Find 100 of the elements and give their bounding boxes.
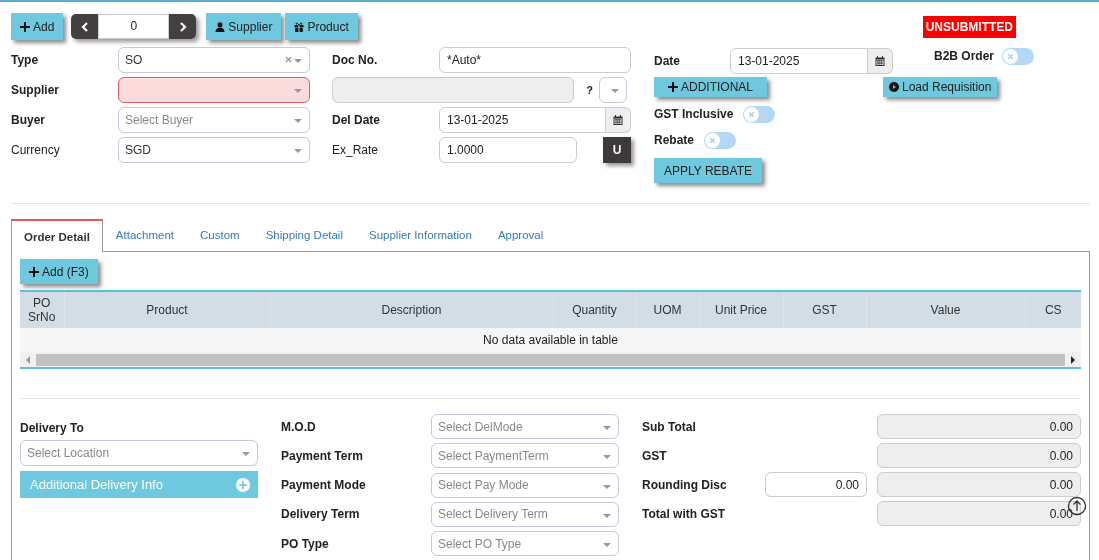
field-label: M.O.D xyxy=(281,419,317,434)
chevron-right-icon xyxy=(177,21,188,32)
load-requisition-button[interactable]: Load Requisition xyxy=(883,77,998,97)
caret-icon xyxy=(603,543,611,548)
column-header: Unit Price xyxy=(715,303,767,317)
field-label: Buyer xyxy=(11,113,46,127)
field-label: Rebate xyxy=(654,132,694,147)
toggle-switch[interactable] xyxy=(743,106,776,123)
column-header: Product xyxy=(146,303,188,317)
dropdown[interactable]: Select Delivery Term xyxy=(431,501,619,527)
dropdown[interactable] xyxy=(118,77,310,103)
caret-icon xyxy=(294,89,302,93)
horizontal-scrollbar[interactable] xyxy=(20,352,1081,367)
toggle-switch[interactable] xyxy=(704,132,736,149)
page-number-field[interactable]: 0 xyxy=(98,14,170,39)
next-button[interactable] xyxy=(169,14,197,39)
plus-icon xyxy=(668,82,678,92)
field-label: Payment Mode xyxy=(281,478,367,493)
calendar-button[interactable] xyxy=(606,107,631,133)
field-label: Date xyxy=(654,54,681,68)
calendar-icon xyxy=(613,115,623,125)
column-header: CS xyxy=(1044,303,1062,317)
caret-icon xyxy=(294,59,302,63)
tab[interactable]: Approval xyxy=(484,219,557,251)
column-header: PO SrNo xyxy=(28,296,56,324)
plus-icon xyxy=(20,21,30,32)
apply-rebate-button[interactable]: APPLY REBATE xyxy=(654,158,763,183)
plus-circle-icon xyxy=(236,477,250,492)
dropdown[interactable]: SGD xyxy=(118,137,310,163)
user-icon xyxy=(215,21,226,32)
field-label: Sub Total xyxy=(642,419,697,434)
field-label: Delivery To xyxy=(20,421,85,435)
update-button[interactable]: U xyxy=(603,137,631,163)
dropdown[interactable]: Select Pay Mode xyxy=(431,472,619,498)
dropdown[interactable]: Select PaymentTerm xyxy=(431,443,619,469)
field-label: Delivery Term xyxy=(281,507,361,522)
amount-field: 0.00 xyxy=(877,472,1081,497)
text-field[interactable]: 1.0000 xyxy=(439,137,577,163)
help-mark: ? xyxy=(586,84,593,96)
field-label: Supplier xyxy=(11,83,60,97)
rounding-input[interactable]: 0.00 xyxy=(765,472,867,497)
column-header: UOM xyxy=(653,303,682,317)
dropdown[interactable]: Select PO Type xyxy=(431,531,619,557)
field-label: GST Inclusive xyxy=(654,106,734,121)
add-button[interactable]: Add xyxy=(11,13,64,40)
scroll-right-icon xyxy=(1070,355,1076,364)
status-badge: UNSUBMITTED xyxy=(922,15,1016,38)
plus-icon xyxy=(29,266,39,277)
calendar-icon xyxy=(875,56,885,66)
field-label: Del Date xyxy=(332,113,382,127)
caret-icon xyxy=(603,513,611,518)
field-label: Doc No. xyxy=(332,53,379,67)
caret-icon xyxy=(603,484,611,489)
cross-icon xyxy=(1006,52,1016,61)
amount-field: 0.00 xyxy=(877,414,1081,439)
field-label: Total with GST xyxy=(642,506,727,521)
field-label: Currency xyxy=(11,143,61,157)
caret-icon xyxy=(294,119,302,123)
additional-button[interactable]: ADDITIONAL xyxy=(654,77,767,97)
field-label: Type xyxy=(11,53,40,67)
gift-icon xyxy=(294,21,305,32)
caret-icon xyxy=(294,149,302,153)
chevron-left-icon xyxy=(79,21,90,32)
tab[interactable]: Order Detail xyxy=(11,219,103,252)
tab[interactable]: Custom xyxy=(187,219,253,251)
tab[interactable]: Supplier Information xyxy=(356,219,485,251)
column-header: Description xyxy=(381,303,442,317)
product-button[interactable]: Product xyxy=(285,13,358,40)
caret-icon xyxy=(611,89,619,93)
dropdown[interactable]: SO xyxy=(118,47,310,73)
field-label: GST xyxy=(642,448,668,463)
field-label: Payment Term xyxy=(281,448,364,463)
dropdown[interactable]: Select Location xyxy=(20,440,258,466)
add-line-button[interactable]: Add (F3) xyxy=(20,259,98,284)
empty-message: No data available in table xyxy=(483,333,618,347)
toggle-switch[interactable] xyxy=(1002,48,1035,65)
scroll-left-icon xyxy=(25,355,31,364)
cross-icon xyxy=(708,136,717,145)
calendar-button[interactable] xyxy=(868,48,893,74)
field-label: Ex_Rate xyxy=(332,143,380,157)
caret-icon xyxy=(603,426,611,430)
supplier-button[interactable]: Supplier xyxy=(206,13,282,40)
caret-icon xyxy=(603,455,611,460)
date-field[interactable]: 13-01-2025 xyxy=(439,107,606,133)
tab[interactable]: Shipping Detail xyxy=(252,219,356,251)
play-circle-icon xyxy=(889,82,899,92)
dropdown[interactable]: Select Buyer xyxy=(118,107,310,133)
previous-button[interactable] xyxy=(71,14,99,39)
field-label: PO Type xyxy=(281,536,330,551)
date-field[interactable]: 13-01-2025 xyxy=(730,48,868,74)
cross-icon xyxy=(747,110,757,119)
caret-icon xyxy=(242,452,250,456)
field-label: B2B Order xyxy=(934,49,995,63)
amount-field: 0.00 xyxy=(877,443,1081,468)
column-header: GST xyxy=(812,303,837,317)
field-label: Rounding Disc xyxy=(642,477,728,492)
tab[interactable]: Attachment xyxy=(102,219,187,251)
text-field[interactable]: *Auto* xyxy=(439,47,631,73)
dropdown[interactable]: Select DelMode xyxy=(431,414,619,439)
clear-icon[interactable] xyxy=(285,56,292,63)
